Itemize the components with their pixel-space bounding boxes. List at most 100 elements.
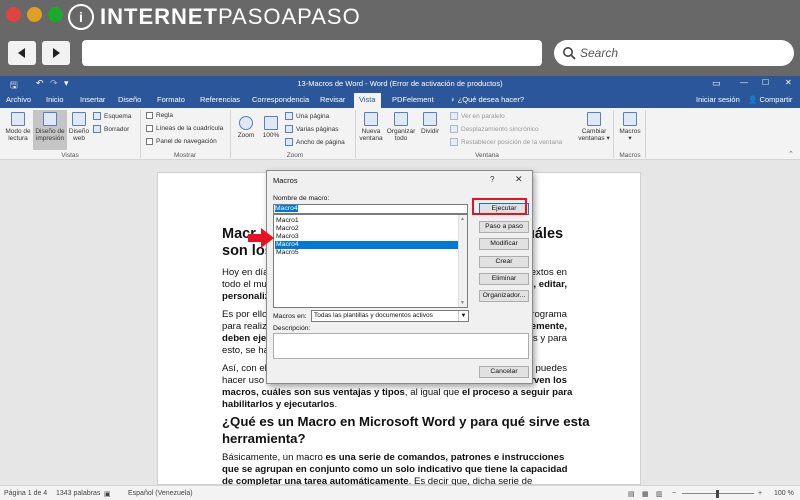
web-layout-view-icon[interactable]: ▥ xyxy=(656,490,663,498)
search-input[interactable]: Search xyxy=(554,40,794,66)
subheading-line-1: ¿Qué es un Macro en Microsoft Word y par… xyxy=(222,414,590,429)
scroll-down-icon[interactable]: ▼ xyxy=(460,300,465,306)
nav-pane-label: Panel de navegación xyxy=(156,138,217,145)
split-button[interactable]: Dividir xyxy=(418,112,442,135)
sign-in-link[interactable]: Iniciar sesión xyxy=(696,95,740,104)
create-button[interactable]: Crear xyxy=(479,256,529,268)
scroll-up-icon[interactable]: ▲ xyxy=(460,216,465,222)
forward-button[interactable] xyxy=(42,41,70,65)
tab-diseno[interactable]: Diseño xyxy=(118,95,141,104)
list-item-selected[interactable]: Macro4 xyxy=(275,241,459,249)
macro-name-input[interactable]: Macro4 xyxy=(273,204,468,214)
zoom-100-button[interactable]: 100% xyxy=(260,116,282,139)
arrange-all-button[interactable]: Organizar todo xyxy=(385,112,417,142)
zoom-slider-thumb[interactable] xyxy=(716,490,719,498)
group-label-mostrar: Mostrar xyxy=(173,152,197,159)
outline-button[interactable]: Esquema xyxy=(93,112,131,120)
text-fragment: todo el mu xyxy=(222,279,267,290)
tab-insertar[interactable]: Insertar xyxy=(80,95,105,104)
read-mode-button[interactable]: Modo de lectura xyxy=(3,112,33,142)
tab-revisar[interactable]: Revisar xyxy=(320,95,345,104)
list-item[interactable]: Macro3 xyxy=(275,233,459,241)
collapse-ribbon-icon[interactable]: ⌃ xyxy=(788,150,794,158)
address-bar[interactable] xyxy=(82,40,542,66)
list-scrollbar[interactable]: ▲ ▼ xyxy=(458,215,467,307)
edit-button[interactable]: Modificar xyxy=(479,238,529,250)
document-title: 13-Macros de Word - Word (Error de activ… xyxy=(297,79,503,88)
macros-label-1: Macros xyxy=(619,128,641,135)
nav-pane-checkbox[interactable]: Panel de navegación xyxy=(146,138,217,145)
delete-button[interactable]: Eliminar xyxy=(479,273,529,285)
text-fragment: deben ejec xyxy=(222,333,272,344)
new-window-icon xyxy=(364,112,378,126)
macro-list[interactable]: Macro1 Macro2 Macro3 Macro4 Macro5 ▲ ▼ xyxy=(273,214,468,308)
word-count[interactable]: 1343 palabras xyxy=(56,490,100,497)
ribbon-display-options-icon[interactable]: ▭ xyxy=(712,78,721,89)
step-into-button[interactable]: Paso a paso xyxy=(479,221,529,233)
web-layout-button[interactable]: Diseño web xyxy=(67,112,91,142)
page-count[interactable]: Página 1 de 4 xyxy=(4,490,47,497)
page-width-button[interactable]: Ancho de página xyxy=(285,138,345,146)
gridlines-checkbox[interactable]: Líneas de la cuadrícula xyxy=(146,125,223,132)
gridlines-label: Líneas de la cuadrícula xyxy=(156,125,224,132)
description-label: Descripción: xyxy=(273,325,311,332)
text-fragment: , al igual que xyxy=(404,387,460,398)
macros-button[interactable]: Macros ▾ xyxy=(617,112,643,142)
zoom-level[interactable]: 100 % xyxy=(774,490,794,497)
read-mode-icon xyxy=(11,112,25,126)
tab-inicio[interactable]: Inicio xyxy=(46,95,64,104)
language[interactable]: Español (Venezuela) xyxy=(128,490,193,497)
read-mode-label-1: Modo de xyxy=(5,128,31,135)
print-layout-button[interactable]: Diseño de impresión xyxy=(33,110,67,150)
close-window-button[interactable] xyxy=(6,7,21,22)
zoom-in-icon[interactable]: + xyxy=(758,490,762,497)
tab-referencias[interactable]: Referencias xyxy=(200,95,240,104)
reset-position-button[interactable]: Restablecer posición de la ventana xyxy=(450,138,562,146)
minimize-window-button[interactable] xyxy=(27,7,42,22)
zoom-label: Zoom xyxy=(237,132,255,139)
site-logo[interactable]: i INTERNETPASOAPASO xyxy=(68,4,361,30)
share-button[interactable]: 👤 Compartir xyxy=(748,95,792,104)
draft-button[interactable]: Borrador xyxy=(93,125,129,133)
print-layout-label-2: impresión xyxy=(35,135,65,142)
cancel-button[interactable]: Cancelar xyxy=(479,366,529,378)
help-button[interactable]: ? xyxy=(490,175,494,184)
list-item[interactable]: Macro1 xyxy=(275,217,459,225)
list-item[interactable]: Macro2 xyxy=(275,225,459,233)
print-layout-view-icon[interactable]: ▦ xyxy=(642,490,649,498)
text-line: Básicamente, un macro es una serie de co… xyxy=(222,452,567,464)
share-icon: 👤 xyxy=(748,95,760,104)
zoom-100-label: 100% xyxy=(262,132,280,139)
tell-me-search[interactable]: ♀ ¿Qué desea hacer? xyxy=(450,95,524,104)
macros-icon xyxy=(623,112,637,126)
tab-pdfelement[interactable]: PDFelement xyxy=(392,95,434,104)
zoom-window-button[interactable] xyxy=(48,7,63,22)
proofing-icon[interactable]: ▣ xyxy=(104,490,111,498)
tab-vista[interactable]: Vista xyxy=(354,93,381,108)
list-item[interactable]: Macro5 xyxy=(275,249,459,257)
back-button[interactable] xyxy=(8,41,36,65)
dialog-close-button[interactable]: ✕ xyxy=(515,174,523,185)
tab-formato[interactable]: Formato xyxy=(157,95,185,104)
ruler-checkbox[interactable]: Regla xyxy=(146,112,173,119)
one-page-button[interactable]: Una página xyxy=(285,112,329,120)
zoom-button[interactable]: Zoom xyxy=(234,116,258,139)
tab-archivo[interactable]: Archivo xyxy=(6,95,31,104)
read-mode-view-icon[interactable]: ▤ xyxy=(628,490,635,498)
tab-correspondencia[interactable]: Correspondencia xyxy=(252,95,309,104)
text-fragment: rograma xyxy=(531,309,567,320)
switch-windows-button[interactable]: Cambiar ventanas ▾ xyxy=(576,112,612,142)
multiple-pages-button[interactable]: Varias páginas xyxy=(285,125,339,133)
reset-position-icon xyxy=(450,138,458,146)
maximize-button[interactable]: ☐ xyxy=(762,78,769,87)
macros-in-select[interactable]: Todas las plantillas y documentos activo… xyxy=(311,310,469,322)
new-window-button[interactable]: Nueva ventana xyxy=(358,112,384,142)
minimize-button[interactable]: — xyxy=(740,78,748,87)
ribbon-vista: Modo de lectura Diseño de impresión Dise… xyxy=(0,108,800,160)
close-button[interactable]: ✕ xyxy=(785,78,792,87)
back-arrow-icon xyxy=(18,48,25,58)
side-by-side-button[interactable]: Ver en paralelo xyxy=(450,112,505,120)
organizer-button[interactable]: Organizador... xyxy=(479,290,529,302)
zoom-out-icon[interactable]: − xyxy=(672,490,676,497)
sync-scroll-button[interactable]: Desplazamiento sincrónico xyxy=(450,125,539,133)
